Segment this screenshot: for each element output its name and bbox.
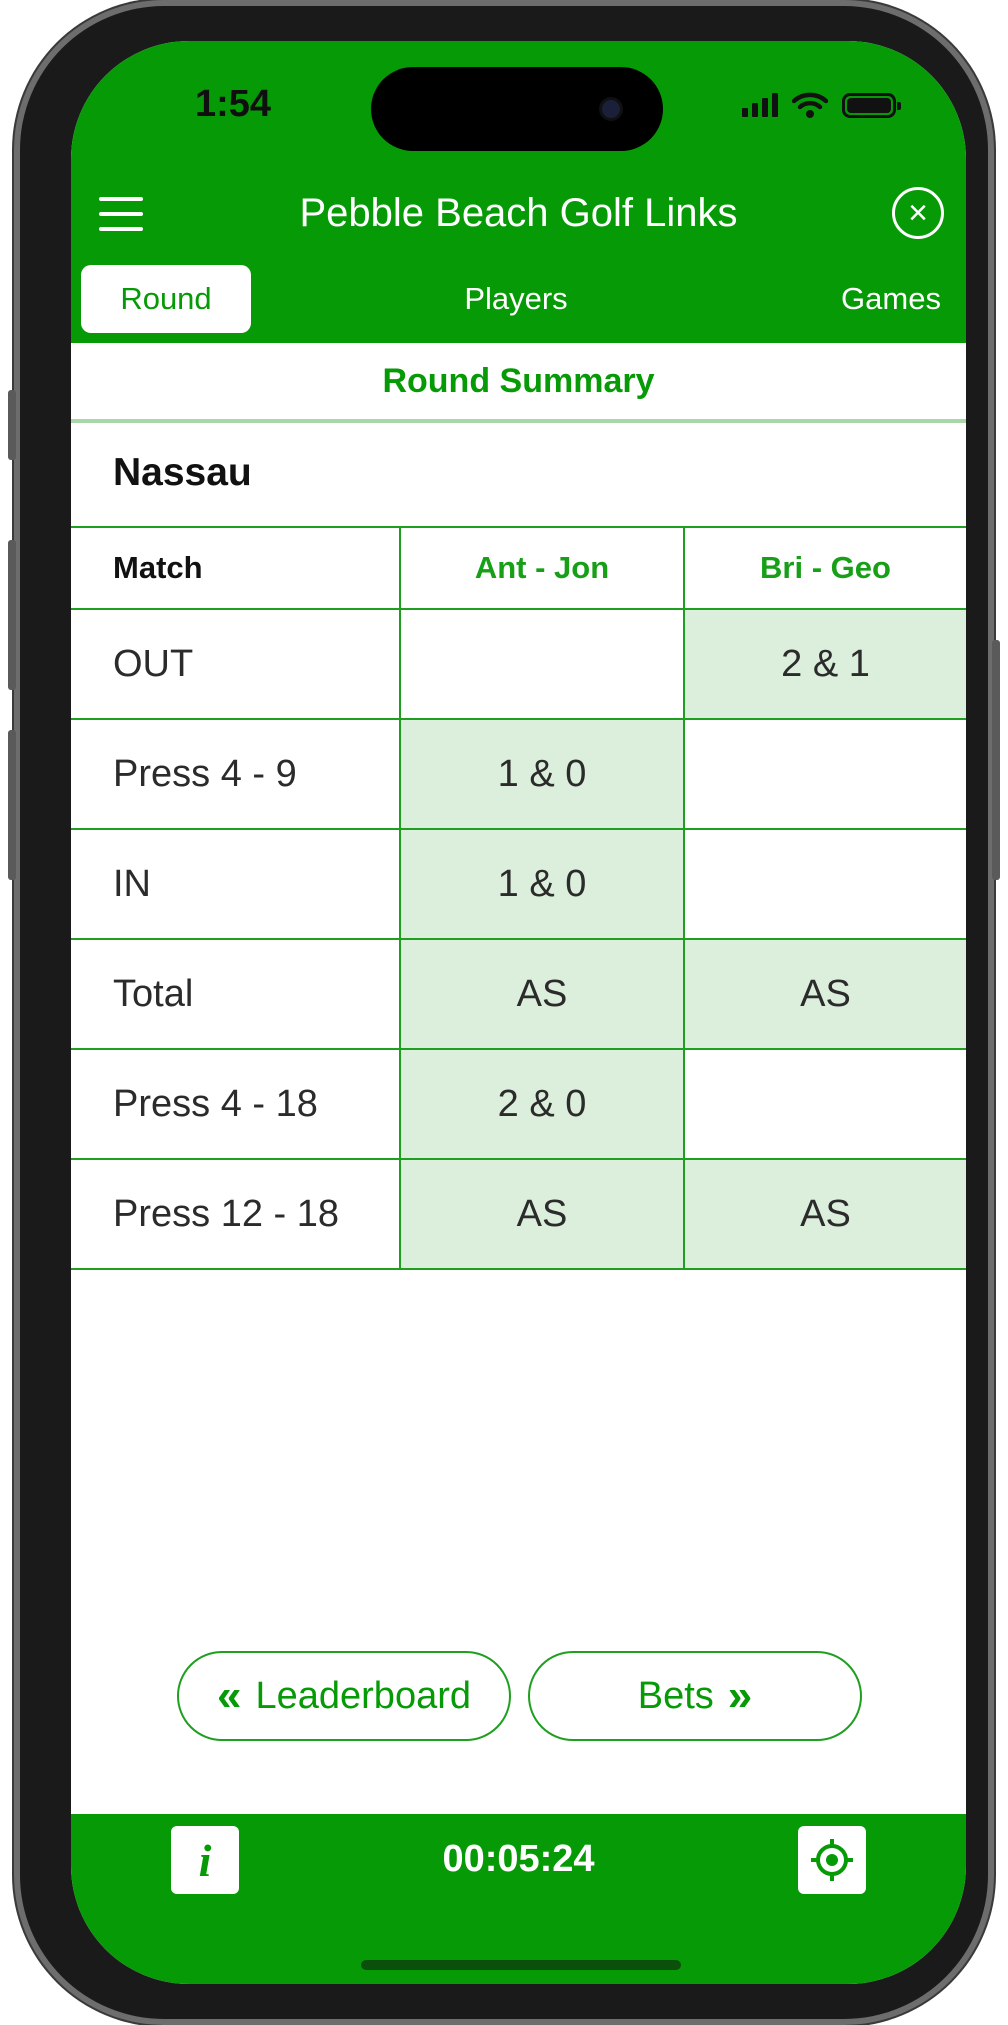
game-title: Nassau — [113, 451, 252, 494]
bri-geo-cell: AS — [683, 1158, 966, 1270]
power-button — [992, 640, 1000, 880]
table-row: OUT 2 & 1 — [71, 608, 966, 720]
bets-button[interactable]: Bets » — [528, 1651, 862, 1741]
app-header: 1:54 Pebble Beach Golf Links × Round Pla… — [71, 41, 966, 343]
row-label: Press 4 - 18 — [71, 1048, 401, 1160]
bri-geo-cell — [683, 718, 966, 830]
tab-players[interactable]: Players — [441, 265, 591, 333]
table-header-row: Match Ant - Jon Bri - Geo — [71, 526, 966, 610]
ant-jon-cell: AS — [399, 1158, 685, 1270]
table-row: Press 4 - 18 2 & 0 — [71, 1048, 966, 1160]
row-label: Press 4 - 9 — [71, 718, 401, 830]
tab-round[interactable]: Round — [81, 265, 251, 333]
crosshair-icon — [811, 1839, 853, 1881]
page-title: Pebble Beach Golf Links — [299, 191, 738, 235]
bri-geo-cell — [683, 828, 966, 940]
ant-jon-cell: 2 & 0 — [399, 1048, 685, 1160]
match-table: Match Ant - Jon Bri - Geo OUT 2 & 1 Pres… — [71, 526, 966, 1270]
column-header-bri-geo: Bri - Geo — [683, 526, 966, 610]
leaderboard-button-label: Leaderboard — [255, 1674, 471, 1717]
status-icons — [742, 91, 901, 119]
camera-icon — [599, 97, 623, 121]
ant-jon-cell: AS — [399, 938, 685, 1050]
leaderboard-button[interactable]: « Leaderboard — [177, 1651, 511, 1741]
table-row: IN 1 & 0 — [71, 828, 966, 940]
home-indicator[interactable] — [361, 1960, 681, 1970]
row-label: Press 12 - 18 — [71, 1158, 401, 1270]
table-row: Total AS AS — [71, 938, 966, 1050]
app-footer: i 00:05:24 — [71, 1814, 966, 1984]
tab-games[interactable]: Games — [826, 265, 956, 333]
ant-jon-cell: 1 & 0 — [399, 828, 685, 940]
table-row: Press 12 - 18 AS AS — [71, 1158, 966, 1270]
row-label: IN — [71, 828, 401, 940]
tab-bar: Round Players Games — [81, 265, 956, 333]
wifi-icon — [792, 92, 828, 118]
table-row: Press 4 - 9 1 & 0 — [71, 718, 966, 830]
ant-jon-cell: 1 & 0 — [399, 718, 685, 830]
mute-switch — [8, 390, 16, 460]
bri-geo-cell: 2 & 1 — [683, 608, 966, 720]
dynamic-island — [371, 67, 663, 151]
row-label: OUT — [71, 608, 401, 720]
volume-up-button — [8, 540, 16, 690]
row-label: Total — [71, 938, 401, 1050]
locate-button[interactable] — [798, 1826, 866, 1894]
phone-frame: 1:54 Pebble Beach Golf Links × Round Pla… — [8, 0, 1000, 2025]
bri-geo-cell — [683, 1048, 966, 1160]
chevron-left-double-icon: « — [217, 1671, 242, 1720]
status-time: 1:54 — [195, 83, 272, 125]
bets-button-label: Bets — [637, 1674, 714, 1717]
battery-icon — [842, 92, 901, 118]
bri-geo-cell: AS — [683, 938, 966, 1050]
signal-icon — [742, 93, 778, 117]
app-screen: 1:54 Pebble Beach Golf Links × Round Pla… — [71, 41, 966, 1984]
column-header-match: Match — [71, 526, 401, 610]
volume-down-button — [8, 730, 16, 880]
chevron-right-double-icon: » — [727, 1671, 753, 1720]
close-icon[interactable]: × — [892, 187, 944, 239]
round-summary-heading: Round Summary — [71, 343, 966, 423]
ant-jon-cell — [399, 608, 685, 720]
column-header-ant-jon: Ant - Jon — [399, 526, 685, 610]
